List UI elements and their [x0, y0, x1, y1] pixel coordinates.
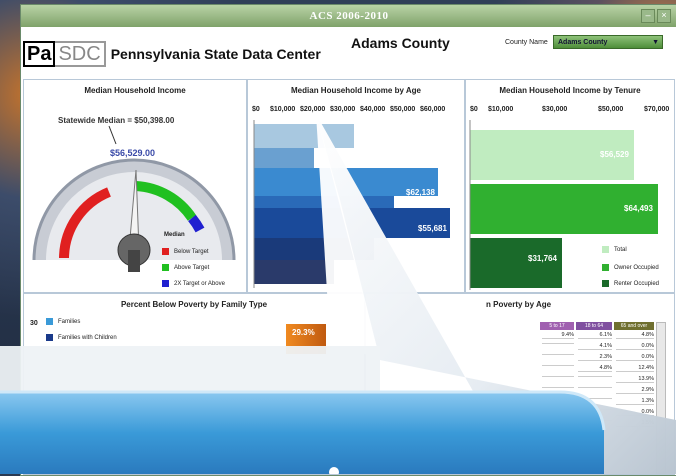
- page-curl-graphic: [0, 114, 676, 474]
